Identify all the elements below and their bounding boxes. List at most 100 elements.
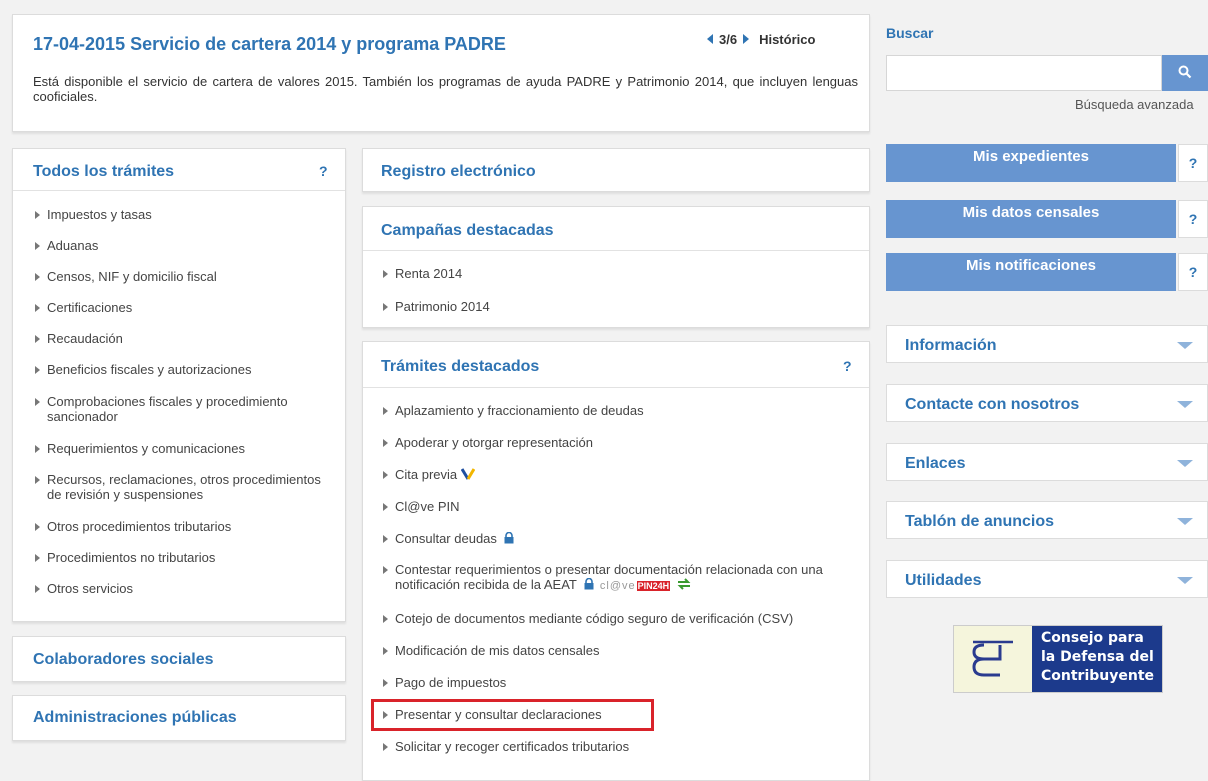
accordion-title[interactable]: Utilidades	[905, 572, 981, 590]
historico-link[interactable]: Histórico	[759, 32, 815, 47]
consejo-banner[interactable]: Consejo para la Defensa del Contribuyent…	[953, 625, 1163, 693]
news-body: Está disponible el servicio de cartera d…	[33, 74, 858, 104]
search-label: Buscar	[886, 25, 934, 41]
list-item[interactable]: Procedimientos no tributarios	[33, 550, 333, 565]
administraciones-title[interactable]: Administraciones públicas	[33, 709, 237, 727]
list-item-label[interactable]: Beneficios fiscales y autorizaciones	[47, 362, 252, 377]
list-item[interactable]: Otros procedimientos tributarios	[33, 519, 333, 534]
list-item[interactable]: Cita previa	[381, 467, 861, 482]
accordion-title[interactable]: Información	[905, 337, 997, 355]
campanas-panel: Campañas destacadas Renta 2014 Patrimonio…	[362, 206, 870, 328]
list-item[interactable]: Consultar deudas	[381, 531, 861, 546]
news-title[interactable]: 17-04-2015 Servicio de cartera 2014 y pr…	[33, 34, 506, 55]
colaboradores-title[interactable]: Colaboradores sociales	[33, 651, 214, 669]
list-item[interactable]: Solicitar y recoger certificados tributa…	[381, 739, 861, 754]
list-item[interactable]: Recursos, reclamaciones, otros procedimi…	[33, 472, 333, 502]
chevron-down-icon[interactable]	[1177, 342, 1193, 349]
list-item[interactable]: Impuestos y tasas	[33, 207, 333, 222]
triangle-right-icon	[383, 503, 388, 511]
triangle-right-icon	[383, 270, 388, 278]
accordion-2[interactable]: Enlaces	[886, 443, 1208, 481]
list-item-label[interactable]: Impuestos y tasas	[47, 207, 152, 222]
list-item[interactable]: Censos, NIF y domicilio fiscal	[33, 269, 333, 284]
accordion-4[interactable]: Utilidades	[886, 560, 1208, 598]
campanas-title[interactable]: Campañas destacadas	[381, 222, 554, 240]
side-help-icon[interactable]: ?	[1178, 144, 1208, 182]
triangle-right-icon	[35, 273, 40, 281]
list-item[interactable]: Pago de impuestos	[381, 675, 861, 690]
lock-icon	[577, 577, 595, 592]
accordion-title[interactable]: Tablón de anuncios	[905, 513, 1054, 531]
colaboradores-panel[interactable]: Colaboradores sociales	[12, 636, 346, 682]
side-help-icon[interactable]: ?	[1178, 253, 1208, 291]
list-item-label[interactable]: Requerimientos y comunicaciones	[47, 441, 245, 456]
list-item[interactable]: Recaudación	[33, 331, 333, 346]
list-item-label[interactable]: Solicitar y recoger certificados tributa…	[395, 739, 629, 754]
triangle-right-icon	[383, 471, 388, 479]
registro-title[interactable]: Registro electrónico	[381, 163, 536, 181]
side-button-0[interactable]: Mis expedientes	[886, 144, 1176, 182]
list-item-label[interactable]: Renta 2014	[395, 266, 462, 281]
next-arrow-icon[interactable]	[743, 34, 750, 44]
accordion-3[interactable]: Tablón de anuncios	[886, 501, 1208, 539]
accordion-title[interactable]: Enlaces	[905, 455, 965, 473]
list-item-label[interactable]: Apoderar y otorgar representación	[395, 435, 593, 450]
list-item[interactable]: Aplazamiento y fraccionamiento de deudas	[381, 403, 861, 418]
list-item-label[interactable]: Comprobaciones fiscales y procedimiento …	[47, 394, 288, 424]
list-item[interactable]: Modificación de mis datos censales	[381, 643, 861, 658]
chevron-down-icon[interactable]	[1177, 518, 1193, 525]
search-button[interactable]	[1162, 55, 1208, 91]
list-item[interactable]: Apoderar y otorgar representación	[381, 435, 861, 450]
list-item-label[interactable]: Modificación de mis datos censales	[395, 643, 600, 658]
list-item[interactable]: Beneficios fiscales y autorizaciones	[33, 362, 333, 377]
list-item-label[interactable]: Recaudación	[47, 331, 123, 346]
triangle-right-icon	[35, 445, 40, 453]
list-item[interactable]: Certificaciones	[33, 300, 333, 315]
chevron-down-icon[interactable]	[1177, 460, 1193, 467]
registro-panel[interactable]: Registro electrónico	[362, 148, 870, 192]
list-item-label[interactable]: Certificaciones	[47, 300, 132, 315]
list-item-label[interactable]: Otros procedimientos tributarios	[47, 519, 231, 534]
list-item-label[interactable]: Pago de impuestos	[395, 675, 506, 690]
list-item[interactable]: Patrimonio 2014	[381, 299, 851, 314]
list-item[interactable]: Requerimientos y comunicaciones	[33, 441, 333, 456]
list-item[interactable]: Aduanas	[33, 238, 333, 253]
list-item[interactable]: Cotejo de documentos mediante código seg…	[381, 611, 861, 626]
all-procedures-help-icon[interactable]: ?	[319, 163, 328, 179]
list-item[interactable]: Contestar requerimientos o presentar doc…	[381, 562, 861, 594]
list-item-label[interactable]: Cotejo de documentos mediante código seg…	[395, 611, 793, 626]
list-item-label[interactable]: Aplazamiento y fraccionamiento de deudas	[395, 403, 644, 418]
campanas-list: Renta 2014 Patrimonio 2014	[381, 266, 851, 332]
accordion-0[interactable]: Información	[886, 325, 1208, 363]
side-help-icon[interactable]: ?	[1178, 200, 1208, 238]
prev-arrow-icon[interactable]	[707, 34, 713, 44]
side-button-1[interactable]: Mis datos censales	[886, 200, 1176, 238]
list-item[interactable]: Cl@ve PIN	[381, 499, 861, 514]
side-button-2[interactable]: Mis notificaciones	[886, 253, 1176, 291]
list-item-label[interactable]: Patrimonio 2014	[395, 299, 490, 314]
tramites-title[interactable]: Trámites destacados	[381, 358, 539, 376]
list-item-label[interactable]: Recursos, reclamaciones, otros procedimi…	[47, 472, 321, 502]
accordion-1[interactable]: Contacte con nosotros	[886, 384, 1208, 422]
list-item-label[interactable]: Censos, NIF y domicilio fiscal	[47, 269, 217, 284]
divider	[363, 387, 869, 388]
list-item-label[interactable]: Otros servicios	[47, 581, 133, 596]
all-procedures-title[interactable]: Todos los trámites	[33, 163, 174, 181]
chevron-down-icon[interactable]	[1177, 401, 1193, 408]
search-input[interactable]	[886, 55, 1162, 91]
triangle-right-icon	[383, 615, 388, 623]
tramites-help-icon[interactable]: ?	[843, 358, 852, 374]
list-item-label[interactable]: Procedimientos no tributarios	[47, 550, 215, 565]
accordion-title[interactable]: Contacte con nosotros	[905, 396, 1079, 414]
advanced-search-link[interactable]: Búsqueda avanzada	[1075, 97, 1194, 112]
chevron-down-icon[interactable]	[1177, 577, 1193, 584]
administraciones-panel[interactable]: Administraciones públicas	[12, 695, 346, 741]
list-item-label[interactable]: Consultar deudas	[395, 531, 497, 546]
list-item[interactable]: Renta 2014	[381, 266, 851, 281]
triangle-right-icon	[383, 303, 388, 311]
list-item-label[interactable]: Aduanas	[47, 238, 98, 253]
list-item[interactable]: Otros servicios	[33, 581, 333, 596]
list-item-label[interactable]: Cita previa	[395, 467, 457, 482]
list-item-label[interactable]: Cl@ve PIN	[395, 499, 460, 514]
list-item[interactable]: Comprobaciones fiscales y procedimiento …	[33, 394, 333, 424]
